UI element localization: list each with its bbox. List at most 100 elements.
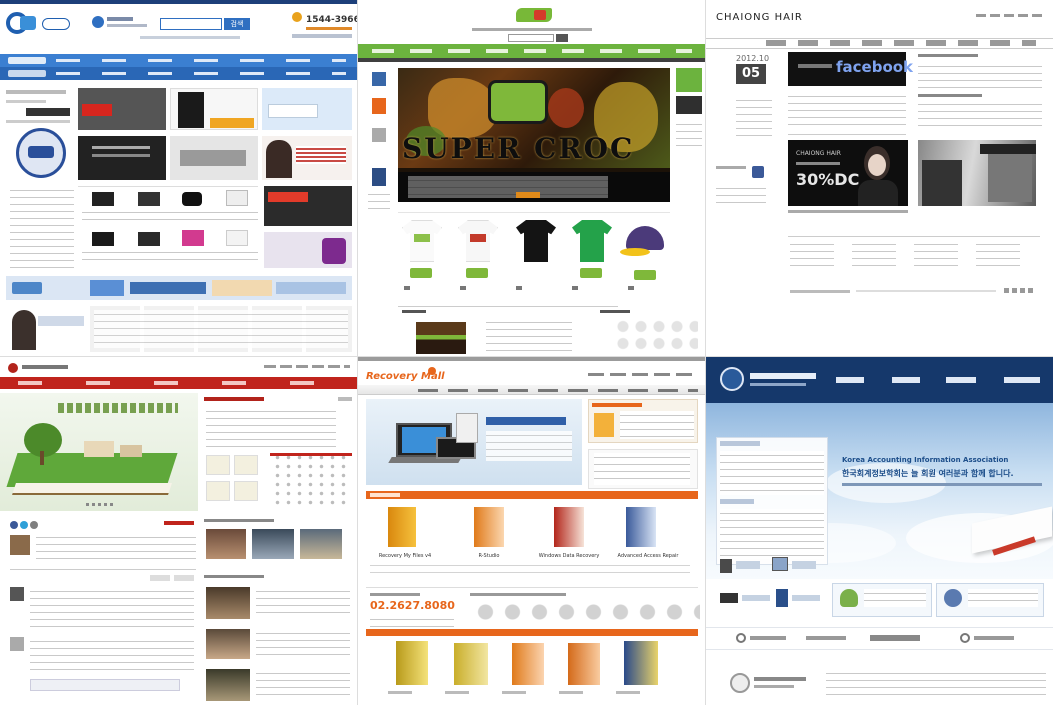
side-icon[interactable] xyxy=(372,72,386,86)
quick-link[interactable] xyxy=(234,481,258,501)
phone-number: 1544-3966 xyxy=(306,15,357,25)
plant-icon xyxy=(840,589,858,607)
product-box[interactable] xyxy=(396,641,428,685)
nav-item[interactable] xyxy=(8,70,46,77)
consultant-avatar xyxy=(12,310,36,350)
product-name: R-Studio xyxy=(478,553,500,559)
news-thumb[interactable] xyxy=(416,322,466,354)
photo[interactable] xyxy=(206,529,246,559)
product-name: Advanced Access Repair xyxy=(617,553,679,559)
shop-site-screenshot: 검색 1544-3966 xyxy=(0,0,357,356)
facebook-icon[interactable] xyxy=(752,166,764,178)
partner-logo[interactable] xyxy=(806,636,846,640)
quick-link[interactable] xyxy=(234,455,258,475)
product-box[interactable] xyxy=(454,643,488,685)
photo[interactable] xyxy=(300,529,342,559)
quick-link[interactable] xyxy=(206,455,230,475)
product-box[interactable] xyxy=(388,507,416,547)
nav-item[interactable] xyxy=(892,377,920,383)
recovery-site-screenshot: Recovery Mall Recovery My Files v4 R-Stu… xyxy=(358,357,705,705)
photo[interactable] xyxy=(206,587,250,619)
product[interactable] xyxy=(92,232,114,246)
date-day: 05 xyxy=(742,66,761,81)
binder-icon[interactable] xyxy=(776,589,788,607)
collage: 검색 1544-3966 SUPER CROC CHAIONG HAIR 201… xyxy=(0,0,1053,705)
partner-logo[interactable] xyxy=(960,633,970,643)
product-box[interactable] xyxy=(594,413,614,437)
hero-title-en: Korea Accounting Information Association xyxy=(842,456,1009,464)
social-icon[interactable] xyxy=(30,521,38,529)
banner[interactable] xyxy=(78,136,166,180)
partner-logo[interactable] xyxy=(736,633,746,643)
thumb[interactable] xyxy=(676,68,702,92)
photo[interactable] xyxy=(918,140,1036,206)
photo[interactable] xyxy=(206,669,250,701)
main-nav xyxy=(766,40,1036,46)
nav-item[interactable] xyxy=(1004,377,1040,383)
avatar xyxy=(10,587,24,601)
side-icon[interactable] xyxy=(372,168,386,186)
facebook-label: facebook xyxy=(836,58,914,76)
school-site-screenshot xyxy=(0,357,357,705)
section-bar xyxy=(366,629,698,636)
footer-logo xyxy=(730,673,750,693)
product[interactable] xyxy=(226,190,248,206)
product-box[interactable] xyxy=(512,643,544,685)
product[interactable] xyxy=(138,232,160,246)
social-icon[interactable] xyxy=(20,521,28,529)
header xyxy=(706,357,1053,403)
product-cap[interactable] xyxy=(626,226,664,250)
site-logo[interactable] xyxy=(6,12,70,36)
product-box[interactable] xyxy=(626,507,656,547)
photo[interactable] xyxy=(252,529,294,559)
product-name: Recovery My Files v4 xyxy=(378,553,432,559)
calendar[interactable] xyxy=(270,453,352,505)
hero-banner[interactable]: SUPER CROC xyxy=(398,68,670,202)
product-name: Windows Data Recovery xyxy=(538,553,600,559)
site-logo[interactable] xyxy=(8,363,18,373)
hero-banner[interactable] xyxy=(0,393,198,511)
more-button[interactable] xyxy=(516,192,540,198)
nav-item[interactable] xyxy=(836,377,864,383)
quick-link[interactable] xyxy=(206,481,230,501)
product-box[interactable] xyxy=(474,507,504,547)
document-icon[interactable] xyxy=(720,559,732,573)
monitor-icon[interactable] xyxy=(772,557,788,571)
promo-discount: 30%DC xyxy=(796,170,860,189)
people-icon xyxy=(944,589,962,607)
side-icon[interactable] xyxy=(372,98,386,114)
promo-banner[interactable]: CHAIONG HAIR 30%DC xyxy=(788,140,908,206)
hero-banner[interactable] xyxy=(366,399,582,485)
search-button[interactable] xyxy=(556,34,568,42)
search-input[interactable] xyxy=(508,34,554,42)
product[interactable] xyxy=(138,192,160,206)
avatar xyxy=(10,535,30,555)
site-logo[interactable]: CHAIONG HAIR xyxy=(716,12,803,23)
product[interactable] xyxy=(226,230,248,246)
croc-site-screenshot: SUPER CROC xyxy=(358,0,705,356)
product[interactable] xyxy=(182,192,202,206)
product[interactable] xyxy=(182,230,204,246)
social-icon[interactable] xyxy=(10,521,18,529)
product-box[interactable] xyxy=(568,643,600,685)
hero-title: SUPER CROC xyxy=(402,132,635,165)
hero-title-ko: 한국회계정보학회는 늘 회원 여러분과 함께 합니다. xyxy=(842,469,1014,478)
login-button[interactable] xyxy=(26,108,70,116)
product[interactable] xyxy=(92,192,114,206)
search-button[interactable]: 검색 xyxy=(224,18,250,30)
thumb[interactable] xyxy=(676,96,702,114)
nav-item[interactable] xyxy=(8,57,46,64)
promo-brand: CHAIONG HAIR xyxy=(796,150,841,157)
nav-item[interactable] xyxy=(946,377,976,383)
scanner-icon[interactable] xyxy=(720,593,738,603)
photo[interactable] xyxy=(206,629,250,659)
phone-icon xyxy=(292,12,302,22)
search-input[interactable] xyxy=(160,18,222,30)
partner-logo[interactable] xyxy=(870,635,920,641)
product-box[interactable] xyxy=(554,507,584,547)
product-shirt[interactable] xyxy=(516,220,556,262)
product-box[interactable] xyxy=(624,641,658,685)
seal-icon xyxy=(720,367,744,391)
side-icon[interactable] xyxy=(372,128,386,142)
product-shirt[interactable] xyxy=(572,220,612,262)
